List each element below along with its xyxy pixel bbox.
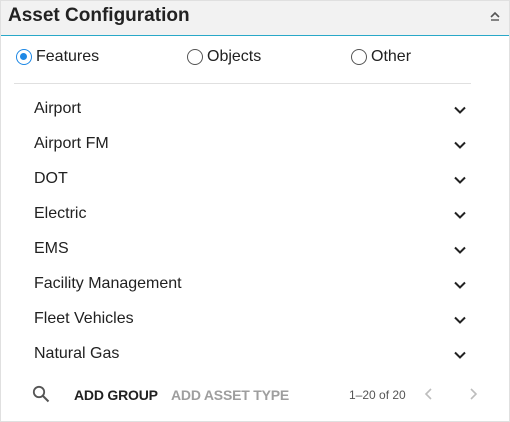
chevron-right-icon[interactable] — [466, 387, 480, 401]
pagination-range: 1–20 of 20 — [349, 388, 406, 402]
panel-title: Asset Configuration — [8, 5, 190, 26]
search-icon[interactable] — [32, 385, 50, 403]
group-label: Fleet Vehicles — [34, 310, 134, 327]
radio-label: Other — [371, 48, 412, 65]
group-item-ems[interactable]: EMS — [1, 232, 509, 267]
chevron-down-icon[interactable] — [453, 348, 467, 362]
chevron-down-icon[interactable] — [453, 313, 467, 327]
chevron-down-icon[interactable] — [453, 278, 467, 292]
group-item-facility-management[interactable]: Facility Management — [1, 267, 509, 302]
asset-kind-radio-group: Features Objects Other — [1, 39, 509, 79]
radio-selected-icon — [16, 49, 32, 65]
add-asset-type-button[interactable]: ADD ASSET TYPE — [171, 387, 289, 403]
chevron-left-icon[interactable] — [422, 387, 436, 401]
radio-other[interactable]: Other — [351, 48, 411, 66]
radio-label: Objects — [207, 48, 262, 65]
radio-label: Features — [36, 48, 100, 65]
group-item-electric[interactable]: Electric — [1, 197, 509, 232]
group-label: DOT — [34, 170, 68, 187]
group-label: EMS — [34, 240, 69, 257]
group-item-airport[interactable]: Airport — [1, 92, 509, 127]
chevron-down-icon[interactable] — [453, 103, 467, 117]
group-item-airport-fm[interactable]: Airport FM — [1, 127, 509, 162]
group-label: Electric — [34, 205, 87, 222]
chevron-down-icon[interactable] — [453, 138, 467, 152]
radio-unselected-icon — [351, 49, 367, 65]
group-item-natural-gas[interactable]: Natural Gas — [1, 337, 509, 372]
group-label: Facility Management — [34, 275, 182, 292]
radio-objects[interactable]: Objects — [187, 48, 261, 66]
asset-group-list: Airport Airport FM DOT Electric EMS Faci… — [1, 92, 509, 372]
group-label: Airport FM — [34, 135, 109, 152]
collapse-up-icon[interactable] — [487, 8, 503, 24]
chevron-down-icon[interactable] — [453, 208, 467, 222]
group-label: Natural Gas — [34, 345, 120, 362]
radio-unselected-icon — [187, 49, 203, 65]
panel-header: Asset Configuration — [1, 1, 509, 36]
add-group-button[interactable]: ADD GROUP — [74, 387, 158, 403]
asset-configuration-panel: Asset Configuration Features Objects Oth… — [0, 0, 510, 422]
group-label: Airport — [34, 100, 82, 117]
group-item-dot[interactable]: DOT — [1, 162, 509, 197]
chevron-down-icon[interactable] — [453, 173, 467, 187]
radio-features[interactable]: Features — [16, 48, 99, 66]
divider — [14, 83, 471, 84]
group-item-fleet-vehicles[interactable]: Fleet Vehicles — [1, 302, 509, 337]
list-footer: ADD GROUP ADD ASSET TYPE 1–20 of 20 — [1, 379, 509, 409]
chevron-down-icon[interactable] — [453, 243, 467, 257]
